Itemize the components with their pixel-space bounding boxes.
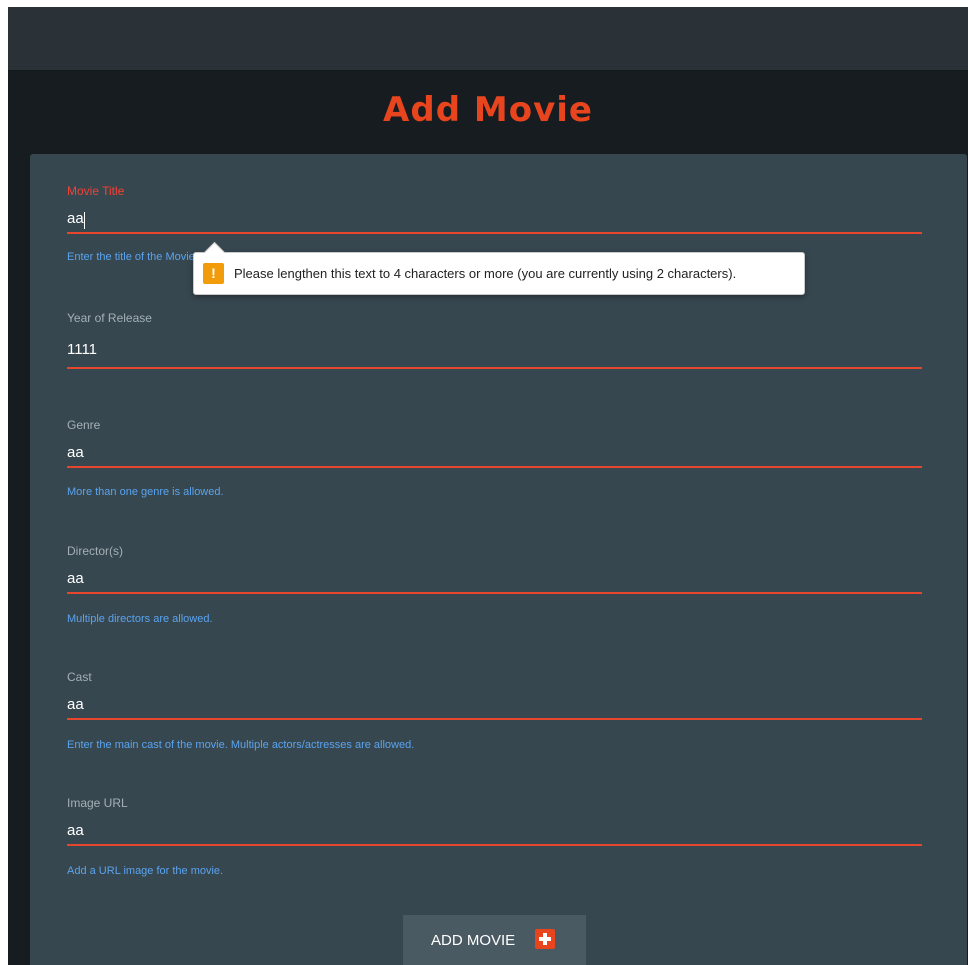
directors-input[interactable]	[67, 564, 922, 594]
cast-input[interactable]	[67, 690, 922, 720]
cast-label: Cast	[67, 670, 92, 684]
cast-help: Enter the main cast of the movie. Multip…	[67, 739, 415, 751]
page-title: Add Movie	[383, 90, 593, 130]
directors-help: Multiple directors are allowed.	[67, 613, 213, 625]
warning-icon: !	[203, 263, 224, 284]
text-caret	[84, 212, 85, 229]
genre-help: More than one genre is allowed.	[67, 486, 224, 498]
top-navbar	[8, 7, 968, 71]
image-url-label: Image URL	[67, 796, 128, 810]
movie-title-input[interactable]	[67, 204, 922, 234]
app-window: Add Movie Movie Title Enter the title of…	[8, 7, 968, 965]
add-movie-button-label: ADD MOVIE	[431, 932, 516, 949]
image-url-help: Add a URL image for the movie.	[67, 865, 224, 877]
validation-tooltip: ! Please lengthen this text to 4 charact…	[193, 241, 805, 295]
movie-title-help: Enter the title of the Movie.	[67, 251, 198, 263]
plus-icon	[535, 929, 555, 949]
directors-label: Director(s)	[67, 544, 123, 558]
genre-input[interactable]	[67, 438, 922, 468]
year-of-release-input[interactable]	[67, 331, 922, 369]
image-url-input[interactable]	[67, 816, 922, 846]
add-movie-button[interactable]: ADD MOVIE	[403, 915, 586, 965]
tooltip-message: Please lengthen this text to 4 character…	[234, 266, 737, 281]
movie-title-label: Movie Title	[67, 184, 125, 198]
year-of-release-label: Year of Release	[67, 311, 152, 325]
genre-label: Genre	[67, 418, 101, 432]
